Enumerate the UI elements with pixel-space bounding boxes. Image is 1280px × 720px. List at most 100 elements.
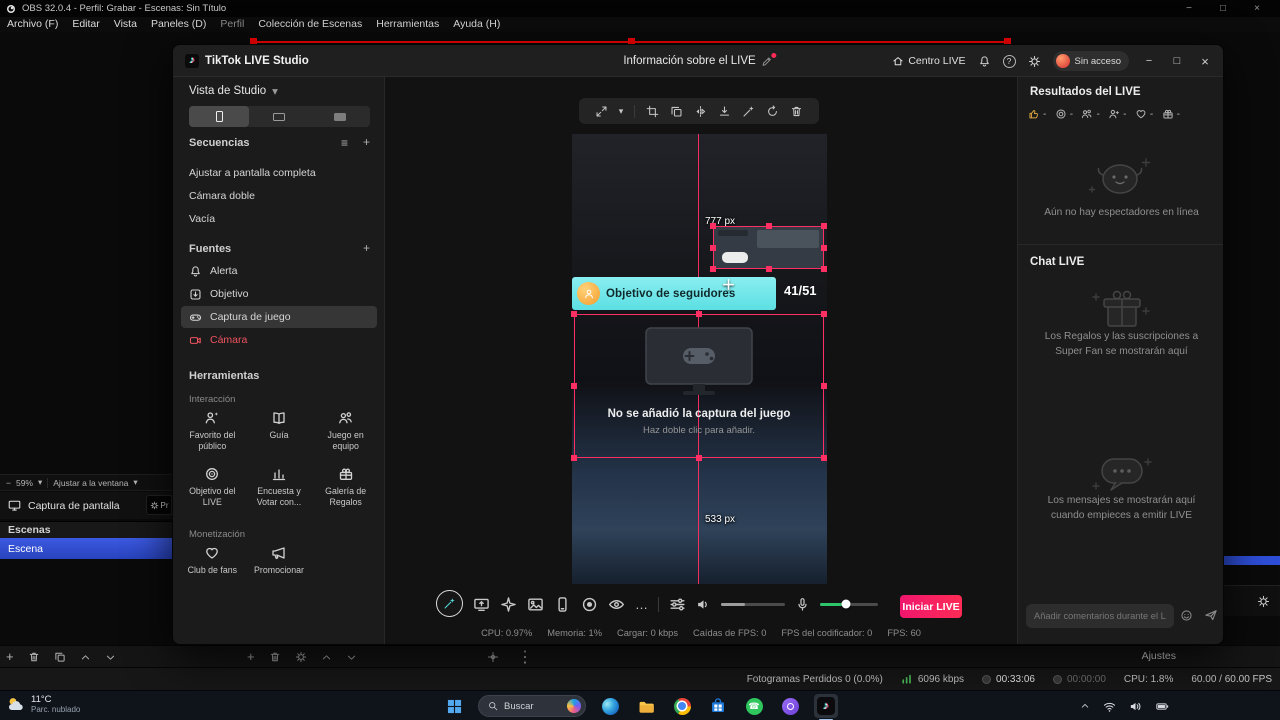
mixer-menu-button[interactable]: ⋮ xyxy=(517,647,533,667)
source-item-captura-juego[interactable]: Captura de juego xyxy=(181,306,377,328)
tool-objetivo-live[interactable]: Objetivo del LIVE xyxy=(179,466,246,508)
stat-coins[interactable]: - xyxy=(1055,108,1073,120)
tool-club-fans[interactable]: Club de fans xyxy=(179,545,246,576)
source-properties-button[interactable]: Pr xyxy=(146,495,172,515)
taskbar-explorer-icon[interactable] xyxy=(634,694,658,718)
resize-handle[interactable] xyxy=(821,266,827,272)
speaker-volume-slider[interactable] xyxy=(721,602,785,606)
menu-item-perfil[interactable]: Perfil xyxy=(213,17,251,32)
taskbar-store-icon[interactable] xyxy=(706,694,730,718)
source-item-camara[interactable]: Cámara xyxy=(181,329,377,351)
remove-scene-button[interactable] xyxy=(28,651,40,663)
taskbar-viber-icon[interactable] xyxy=(778,694,802,718)
tool-encuesta[interactable]: Encuesta y Votar con... xyxy=(246,466,313,508)
resize-handle[interactable] xyxy=(571,383,577,389)
menu-item-ayuda[interactable]: Ayuda (H) xyxy=(446,17,507,32)
source-item-objetivo[interactable]: Objetivo xyxy=(181,283,377,305)
edit-live-info-button[interactable] xyxy=(762,52,777,67)
send-comment-button[interactable] xyxy=(1204,608,1218,622)
studio-view-dropdown[interactable]: Vista de Studio ▾ xyxy=(189,84,278,98)
weather-widget[interactable]: 11°C Parc. nublado xyxy=(6,694,80,715)
menu-item-editar[interactable]: Editar xyxy=(65,17,106,32)
battery-icon[interactable] xyxy=(1155,700,1170,713)
studio-maximize-button[interactable]: □ xyxy=(1169,55,1185,67)
mic-button[interactable] xyxy=(795,597,810,612)
obs-minimize-button[interactable]: − xyxy=(1172,0,1206,17)
tray-expand-button[interactable] xyxy=(1080,701,1090,711)
live-comment-input[interactable] xyxy=(1034,611,1166,621)
help-button[interactable]: ? xyxy=(1002,54,1016,68)
effects-button[interactable] xyxy=(500,596,517,613)
media-button[interactable] xyxy=(527,596,544,613)
beauty-effects-button[interactable] xyxy=(436,590,463,617)
resize-handle[interactable] xyxy=(765,223,772,229)
resize-handle[interactable] xyxy=(696,455,702,461)
tool-promocionar[interactable]: Promocionar xyxy=(246,545,313,576)
advanced-audio-button[interactable] xyxy=(487,651,499,663)
resize-handle[interactable] xyxy=(710,266,716,272)
mic-volume-knob[interactable] xyxy=(841,599,851,609)
stat-hearts[interactable]: - xyxy=(1135,108,1153,120)
tool-favorito-publico[interactable]: Favorito del público xyxy=(179,410,246,452)
layout-landscape-button[interactable] xyxy=(249,106,309,127)
overlay-widget-selection[interactable] xyxy=(710,223,827,272)
flip-button[interactable] xyxy=(694,105,707,118)
start-button[interactable] xyxy=(442,694,466,718)
zoom-dropdown-icon[interactable]: ▾ xyxy=(38,477,42,488)
resize-handle[interactable] xyxy=(821,223,827,229)
sequence-item-fullscreen[interactable]: Ajustar a pantalla completa xyxy=(189,167,316,179)
share-screen-button[interactable] xyxy=(473,596,490,613)
resize-handle[interactable] xyxy=(821,311,827,317)
record-button[interactable] xyxy=(581,596,598,613)
move-scene-down-button[interactable] xyxy=(105,652,116,663)
gear-icon[interactable] xyxy=(1257,595,1270,608)
menu-item-herramientas[interactable]: Herramientas xyxy=(369,17,446,32)
settings-gear-button[interactable] xyxy=(1028,55,1041,68)
volume-icon[interactable] xyxy=(1129,700,1142,713)
expand-button[interactable] xyxy=(595,105,608,118)
tool-galeria-regalos[interactable]: Galería de Regalos xyxy=(312,466,379,508)
studio-close-button[interactable]: × xyxy=(1197,54,1213,69)
source-properties-gear-button[interactable] xyxy=(295,651,307,663)
notifications-bell-button[interactable] xyxy=(978,55,991,68)
stat-gifts[interactable]: - xyxy=(1162,108,1180,120)
emoji-button[interactable] xyxy=(1180,609,1193,622)
obs-close-button[interactable]: × xyxy=(1240,0,1274,17)
move-scene-up-button[interactable] xyxy=(80,652,91,663)
menu-item-archivo[interactable]: Archivo (F) xyxy=(0,17,65,32)
stat-followers[interactable]: - xyxy=(1108,108,1127,120)
menu-item-coleccion[interactable]: Colección de Escenas xyxy=(251,17,369,32)
delete-button[interactable] xyxy=(790,105,803,118)
sequences-list-button[interactable]: ≡ xyxy=(341,137,348,149)
more-button[interactable]: … xyxy=(635,598,648,611)
zoom-out-icon[interactable]: − xyxy=(6,478,11,488)
add-source-dock-button[interactable]: + xyxy=(247,646,255,668)
fit-dropdown-icon[interactable]: ▾ xyxy=(133,477,137,488)
stat-viewers[interactable]: - xyxy=(1081,108,1100,120)
obs-settings-button[interactable]: Ajustes xyxy=(1142,650,1176,662)
live-center-button[interactable]: Centro LIVE xyxy=(892,55,966,67)
mic-volume-slider[interactable] xyxy=(820,599,878,609)
live-comment-box[interactable] xyxy=(1026,604,1174,628)
duplicate-scene-button[interactable] xyxy=(54,651,66,663)
taskbar-chrome-icon[interactable] xyxy=(670,694,694,718)
game-capture-selection[interactable]: No se añadió la captura del juego Haz do… xyxy=(571,311,827,461)
stat-likes[interactable]: - xyxy=(1028,108,1046,120)
taskbar-tiktok-icon[interactable]: ♪ xyxy=(814,694,838,720)
resize-handle[interactable] xyxy=(710,223,716,229)
layout-gallery-button[interactable] xyxy=(310,106,370,127)
add-scene-button[interactable]: + xyxy=(6,646,14,668)
fit-window-label[interactable]: Ajustar a la ventana xyxy=(53,478,128,488)
scene-item-selected[interactable]: Escena xyxy=(0,538,172,559)
add-source-button[interactable]: + xyxy=(363,242,370,254)
resize-handle[interactable] xyxy=(821,455,827,461)
sequence-item-empty[interactable]: Vacía xyxy=(189,213,215,225)
taskbar-edge-icon[interactable] xyxy=(598,694,622,718)
remove-source-button[interactable] xyxy=(269,651,281,663)
move-source-up-button[interactable] xyxy=(321,652,332,663)
sequence-item-dual-camera[interactable]: Cámara doble xyxy=(189,190,255,202)
move-source-down-button[interactable] xyxy=(346,652,357,663)
start-live-button[interactable]: Iniciar LIVE xyxy=(900,595,962,618)
preview-eye-button[interactable] xyxy=(608,596,625,613)
account-pill[interactable]: Sin acceso xyxy=(1052,51,1129,71)
